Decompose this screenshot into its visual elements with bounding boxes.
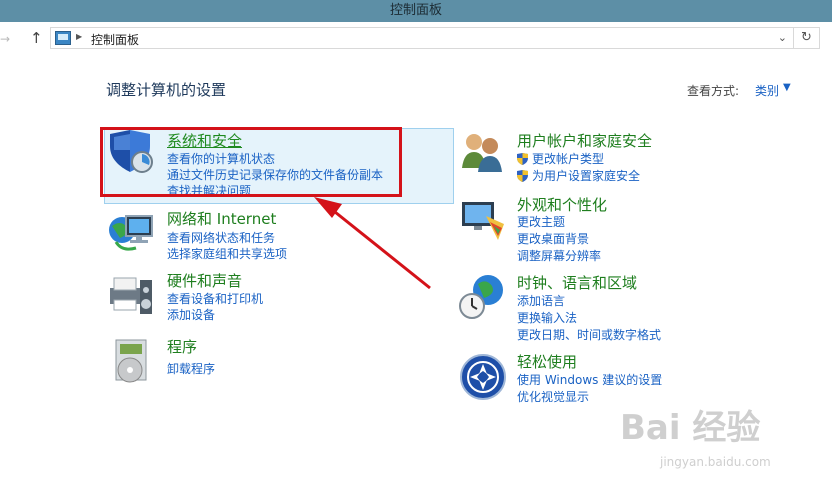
address-dropdown-icon[interactable]: ⌄ xyxy=(778,31,787,44)
link-optimize-visual[interactable]: 优化视觉显示 xyxy=(517,388,589,405)
refresh-icon: ↻ xyxy=(801,30,812,45)
category-title-programs[interactable]: 程序 xyxy=(167,336,197,357)
address-row: → ↑ ▶ 控制面板 ⌄ ↻ xyxy=(0,22,832,56)
link-recommended-settings[interactable]: 使用 Windows 建议的设置 xyxy=(517,371,662,388)
view-by-dropdown[interactable]: 类别 xyxy=(755,82,779,99)
link-date-time-format[interactable]: 更改日期、时间或数字格式 xyxy=(517,326,661,343)
link-change-account-type[interactable]: 更改帐户类型 xyxy=(517,150,604,167)
annotation-box xyxy=(100,127,402,197)
window-title: 控制面板 xyxy=(389,3,442,18)
category-title-appearance[interactable]: 外观和个性化 xyxy=(517,194,607,215)
link-family-safety[interactable]: 为用户设置家庭安全 xyxy=(517,167,640,184)
link-change-account-type-label: 更改帐户类型 xyxy=(532,152,605,166)
category-title-network[interactable]: 网络和 Internet xyxy=(167,208,276,229)
uac-shield-icon xyxy=(517,170,528,182)
link-devices-printers[interactable]: 查看设备和打印机 xyxy=(167,290,263,307)
breadcrumb-separator-icon[interactable]: ▶ xyxy=(76,32,82,41)
printer-speaker-icon xyxy=(110,277,152,314)
view-by-dropdown-icon[interactable]: ▼ xyxy=(783,82,791,93)
category-title-user-accounts[interactable]: 用户帐户和家庭安全 xyxy=(517,130,652,151)
link-desktop-background[interactable]: 更改桌面背景 xyxy=(517,230,589,247)
clock-globe-icon xyxy=(459,275,503,319)
link-family-safety-label: 为用户设置家庭安全 xyxy=(532,169,641,183)
watermark-url: jingyan.baidu.com xyxy=(660,455,771,469)
appearance-monitor-icon xyxy=(462,202,504,240)
forward-icon[interactable]: → xyxy=(0,32,10,46)
page-title: 调整计算机的设置 xyxy=(106,81,227,99)
users-icon xyxy=(462,134,502,172)
uac-shield-icon xyxy=(517,153,528,165)
up-arrow-icon[interactable]: ↑ xyxy=(30,29,43,47)
refresh-button[interactable]: ↻ xyxy=(794,27,820,49)
ease-of-access-icon xyxy=(460,354,506,400)
link-change-input-method[interactable]: 更换输入法 xyxy=(517,309,577,326)
link-add-language[interactable]: 添加语言 xyxy=(517,292,565,309)
breadcrumb-control-panel[interactable]: 控制面板 xyxy=(91,31,139,48)
window-titlebar: 控制面板 xyxy=(0,0,832,22)
view-by-label: 查看方式: xyxy=(687,84,740,98)
link-network-status[interactable]: 查看网络状态和任务 xyxy=(167,229,275,246)
link-homegroup-sharing[interactable]: 选择家庭组和共享选项 xyxy=(167,245,287,262)
programs-disc-icon xyxy=(115,339,147,383)
control-panel-icon xyxy=(55,31,71,45)
address-bar[interactable]: ▶ 控制面板 ⌄ xyxy=(50,27,794,49)
link-uninstall-program[interactable]: 卸载程序 xyxy=(167,360,215,377)
network-globe-icon xyxy=(109,215,153,251)
link-change-theme[interactable]: 更改主题 xyxy=(517,213,565,230)
link-add-device[interactable]: 添加设备 xyxy=(167,306,215,323)
category-title-clock-region[interactable]: 时钟、语言和区域 xyxy=(517,272,637,293)
category-title-ease-of-access[interactable]: 轻松使用 xyxy=(517,351,577,372)
category-title-hardware[interactable]: 硬件和声音 xyxy=(167,270,242,291)
link-screen-resolution[interactable]: 调整屏幕分辨率 xyxy=(517,247,601,264)
